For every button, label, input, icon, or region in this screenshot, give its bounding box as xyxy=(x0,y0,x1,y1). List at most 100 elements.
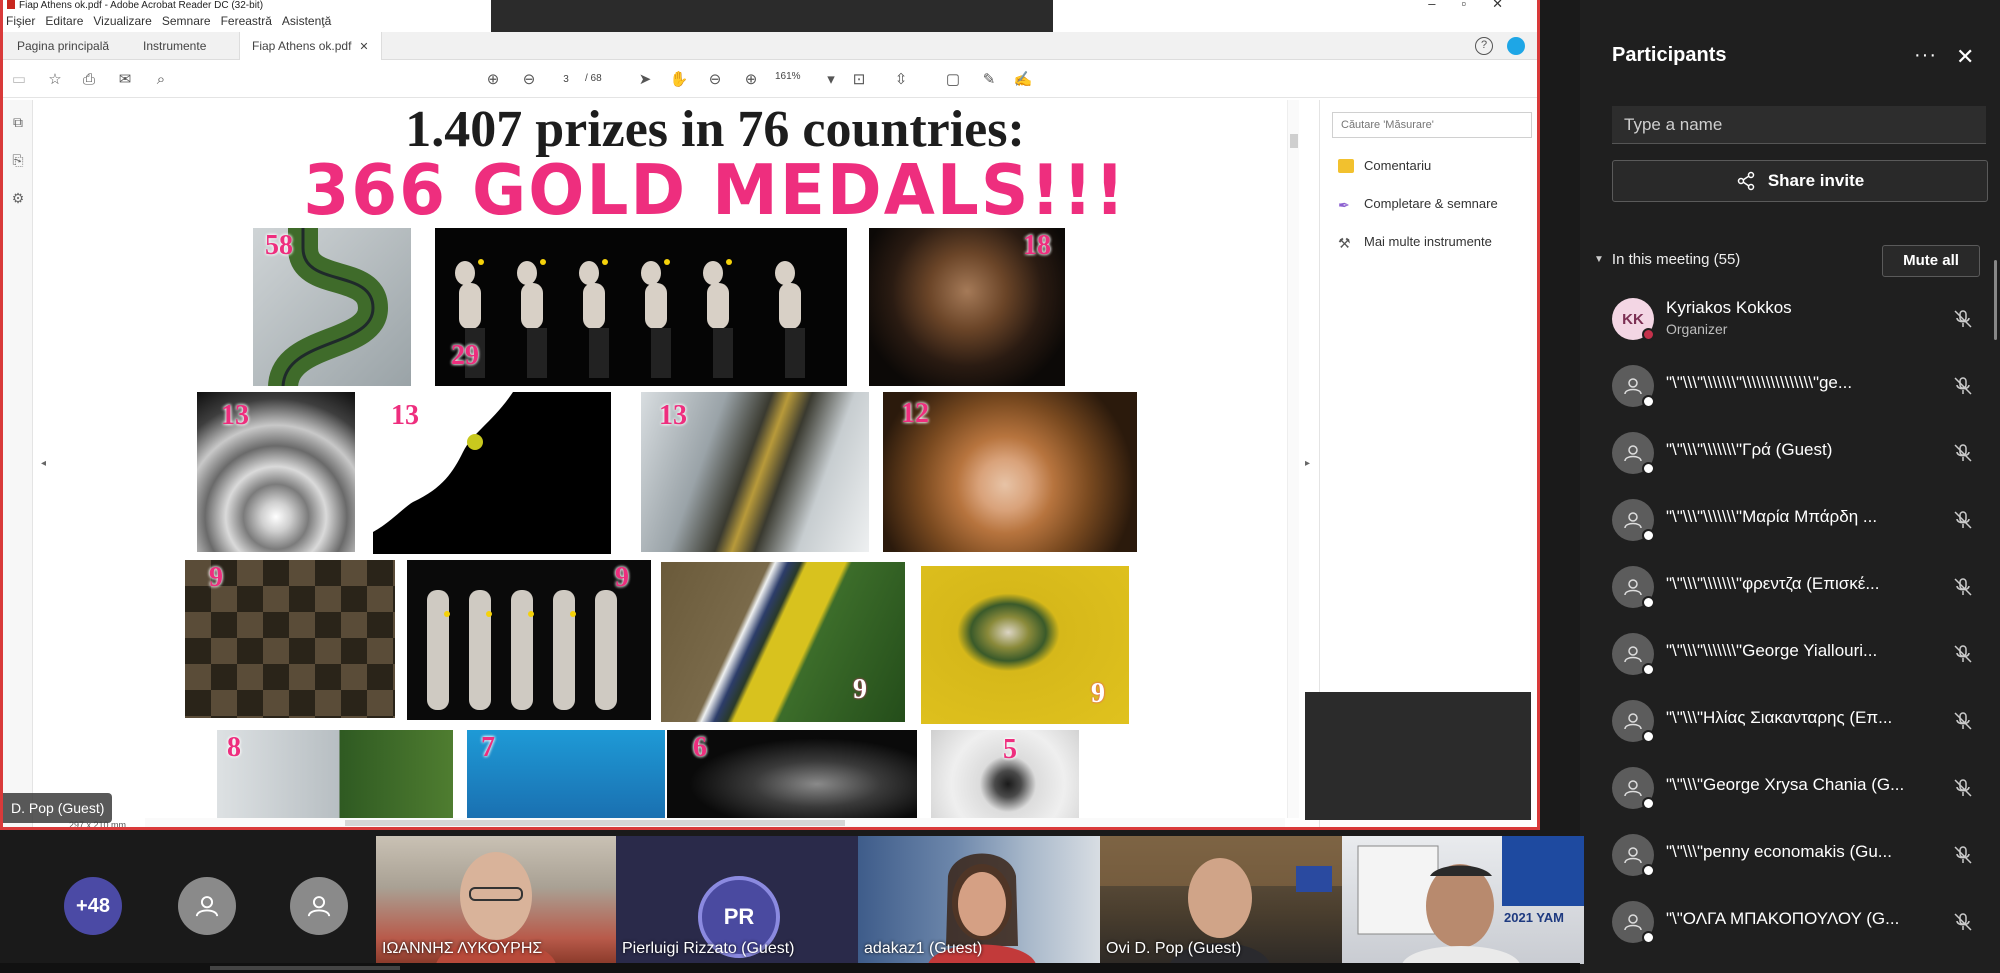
pdf-icon xyxy=(7,0,15,9)
in-meeting-header[interactable]: ▼ In this meeting (55) xyxy=(1594,251,1740,268)
participant-row[interactable]: KK Kyriakos Kokkos Organizer xyxy=(1612,288,1982,344)
participant-row[interactable]: "\"\\\"George Xrysa Chania (G... xyxy=(1612,757,1982,813)
video-tile[interactable]: adakaz1 (Guest) xyxy=(858,836,1100,964)
pages-icon[interactable]: ⧉ xyxy=(9,114,27,132)
video-tile[interactable]: PR Pierluigi Rizzato (Guest) xyxy=(616,836,858,964)
participant-name: "\"\\\"\\\\\\\"\\\\\\\\\\\\\\\"ge... xyxy=(1666,373,1853,392)
photo-pregnant-sequence: 9 xyxy=(407,560,651,720)
collapse-right-icon[interactable]: ▸ xyxy=(1305,458,1310,469)
menu-file[interactable]: Fişier xyxy=(6,14,35,30)
collapse-left-icon[interactable]: ◂ xyxy=(41,458,46,469)
zoom-dropdown-icon[interactable]: ▾ xyxy=(821,70,841,90)
tools-panel-icon[interactable]: ⚙ xyxy=(9,190,27,208)
account-icon[interactable] xyxy=(1507,37,1525,55)
mic-off-icon[interactable] xyxy=(1952,576,1974,598)
video-tile[interactable]: ΙΩΑΝΝΗΣ ΛΥΚΟΥΡΗΣ xyxy=(376,836,616,964)
select-cursor-icon[interactable]: ➤ xyxy=(635,70,655,90)
close-icon[interactable]: ✕ xyxy=(1956,44,1974,70)
participant-name: "\"\\\"\\\\\\\"φρεντζα (Επισκέ... xyxy=(1666,574,1880,593)
close-icon[interactable]: ✕ xyxy=(359,41,368,53)
scroll-thumb[interactable] xyxy=(1290,134,1298,148)
mic-off-icon[interactable] xyxy=(1952,308,1974,330)
vertical-scrollbar[interactable] xyxy=(1287,100,1299,818)
participant-name: "\"\\\"Ηλίας Σιακανταρης (Επ... xyxy=(1666,708,1893,727)
scroll-thumb[interactable] xyxy=(210,966,400,970)
zoom-level[interactable]: 161% xyxy=(775,71,801,82)
teams-meeting-window: Fiap Athens ok.pdf - Adobe Acrobat Reade… xyxy=(0,0,2000,973)
participant-row[interactable]: "\"\\\"\\\\\\\"George Yiallouri... xyxy=(1612,623,1982,679)
participant-row[interactable]: "\"\\\"Ηλίας Σιακανταρης (Επ... xyxy=(1612,690,1982,746)
person-icon xyxy=(1624,445,1642,462)
participant-row[interactable]: "\"\\\"penny economakis (Gu... xyxy=(1612,824,1982,880)
sign-icon[interactable]: ✍ xyxy=(1013,70,1033,90)
tab-home[interactable]: Pagina principală xyxy=(5,32,121,60)
avatar[interactable] xyxy=(178,877,236,935)
scroll-mode-icon[interactable]: ⇳ xyxy=(891,70,911,90)
window-controls[interactable]: –▫✕ xyxy=(1428,0,1529,10)
print-icon[interactable]: ⎙ xyxy=(79,70,99,90)
tab-tools[interactable]: Instrumente xyxy=(131,32,218,60)
page-down-icon[interactable]: ⊖ xyxy=(519,70,539,90)
comment-icon[interactable]: ▢ xyxy=(943,70,963,90)
page-number-input[interactable] xyxy=(551,70,581,88)
mic-off-icon[interactable] xyxy=(1952,911,1974,933)
menu-help[interactable]: Asistenţă xyxy=(282,14,331,30)
mic-off-icon[interactable] xyxy=(1952,442,1974,464)
page-up-icon[interactable]: ⊕ xyxy=(483,70,503,90)
mic-off-icon[interactable] xyxy=(1952,710,1974,732)
more-options-icon[interactable]: ··· xyxy=(1914,44,1937,67)
person-icon xyxy=(1624,378,1642,395)
menu-window[interactable]: Fereastră xyxy=(221,14,272,30)
tool-fill-sign[interactable]: ✒ Completare & semnare xyxy=(1338,196,1498,213)
participant-row[interactable]: "\"\\\"\\\\\\\"Γρά (Guest) xyxy=(1612,422,1982,478)
photo-prize-count: 58 xyxy=(265,230,293,261)
nude-sequence-art xyxy=(455,259,805,378)
photo-snow-train: 13 xyxy=(641,392,869,552)
mic-off-icon[interactable] xyxy=(1952,375,1974,397)
chevron-down-icon: ▼ xyxy=(1594,254,1604,265)
fit-page-icon[interactable]: ⊡ xyxy=(849,70,869,90)
horizontal-scrollbar[interactable] xyxy=(145,818,1285,827)
attachment-icon[interactable]: ⎘ xyxy=(9,152,27,170)
menu-edit[interactable]: Editare xyxy=(45,14,83,30)
menu-sign[interactable]: Semnare xyxy=(162,14,211,30)
tab-document-label: Fiap Athens ok.pdf xyxy=(252,39,352,53)
tools-search-input[interactable] xyxy=(1332,112,1532,138)
tool-comment[interactable]: Comentariu xyxy=(1338,158,1431,173)
participant-row[interactable]: "\"\\\"\\\\\\\"Μαρία Μπάρδη ... xyxy=(1612,489,1982,545)
mic-off-icon[interactable] xyxy=(1952,844,1974,866)
star-icon[interactable]: ☆ xyxy=(45,70,65,90)
video-tile[interactable]: Ovi D. Pop (Guest) xyxy=(1100,836,1342,964)
person-icon xyxy=(1624,579,1642,596)
video-tile[interactable]: 2021 YAM xyxy=(1342,836,1584,964)
scroll-thumb[interactable] xyxy=(345,820,845,826)
bottom-scrollbar[interactable] xyxy=(0,963,1580,973)
mic-off-icon[interactable] xyxy=(1952,509,1974,531)
tool-more[interactable]: ⚒ Mai multe instrumente xyxy=(1338,234,1492,251)
participant-row[interactable]: "\"\\\"\\\\\\\"\\\\\\\\\\\\\\\"ge... xyxy=(1612,355,1982,411)
zoom-out-icon[interactable]: ⊖ xyxy=(705,70,725,90)
person-icon xyxy=(1624,646,1642,663)
avatar[interactable] xyxy=(290,877,348,935)
participant-search-input[interactable] xyxy=(1612,106,1986,144)
zoom-in-icon[interactable]: ⊕ xyxy=(741,70,761,90)
help-area: ? xyxy=(1475,37,1525,55)
menu-view[interactable]: Vizualizare xyxy=(93,14,151,30)
mute-all-button[interactable]: Mute all xyxy=(1882,245,1980,277)
share-invite-button[interactable]: Share invite xyxy=(1612,160,1988,202)
tab-document[interactable]: Fiap Athens ok.pdf ✕ xyxy=(239,32,382,60)
photo-prize-count: 7 xyxy=(481,732,495,763)
panel-scrollbar[interactable] xyxy=(1994,260,1997,340)
mic-off-icon[interactable] xyxy=(1952,643,1974,665)
hand-tool-icon[interactable]: ✋ xyxy=(669,70,689,90)
mail-icon[interactable]: ✉ xyxy=(115,70,135,90)
search-icon[interactable]: ⌕ xyxy=(151,70,171,90)
highlight-pen-icon[interactable]: ✎ xyxy=(979,70,999,90)
participant-row[interactable]: "\"ΟΛΓΑ ΜΠΑΚΟΠΟΥΛΟΥ (G... xyxy=(1612,891,1982,947)
participant-row[interactable]: "\"\\\"\\\\\\\"φρεντζα (Επισκέ... xyxy=(1612,556,1982,612)
help-icon[interactable]: ? xyxy=(1475,37,1493,55)
save-icon[interactable]: ▭ xyxy=(9,70,29,90)
more-participants-button[interactable]: +48 xyxy=(64,877,122,935)
participant-name: "\"\\\"\\\\\\\"Γρά (Guest) xyxy=(1666,440,1833,459)
mic-off-icon[interactable] xyxy=(1952,777,1974,799)
